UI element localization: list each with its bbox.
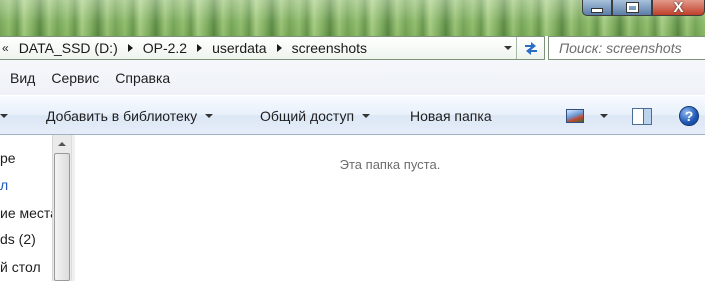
scroll-up-icon[interactable]	[53, 135, 71, 152]
breadcrumb-separator-icon[interactable]	[197, 44, 203, 52]
nav-item[interactable]: ие места	[0, 204, 52, 222]
change-view-button[interactable]	[566, 96, 608, 136]
breadcrumb-separator-icon[interactable]	[127, 44, 133, 52]
empty-folder-message: Эта папка пуста.	[339, 157, 441, 172]
preview-pane-button[interactable]	[632, 96, 652, 136]
organize-dropdown-button[interactable]	[0, 96, 8, 136]
chevron-down-icon	[205, 114, 214, 118]
share-button[interactable]: Общий доступ	[260, 96, 371, 136]
menu-help[interactable]: Справка	[109, 70, 176, 86]
breadcrumb-separator-icon[interactable]	[276, 44, 282, 52]
address-bar[interactable]: « DATA_SSD (D:) OP-2.2 userdata screensh…	[0, 36, 545, 60]
nav-item[interactable]: л	[0, 176, 8, 194]
menu-tools[interactable]: Сервис	[45, 70, 105, 86]
nav-scrollbar[interactable]	[52, 135, 71, 281]
nav-item[interactable]: ds (2)	[0, 230, 36, 248]
chevron-down-icon	[0, 114, 8, 118]
menu-bar: Вид Сервис Справка	[0, 60, 705, 95]
breadcrumb-drive[interactable]: DATA_SSD (D:)	[15, 40, 122, 56]
address-history-dropdown-icon[interactable]	[502, 37, 514, 59]
chevron-down-icon	[362, 114, 371, 118]
share-label: Общий доступ	[260, 108, 355, 124]
minimize-icon	[592, 9, 602, 12]
breadcrumb-overflow-button[interactable]: «	[0, 41, 15, 55]
preview-pane-icon	[632, 107, 652, 125]
maximize-icon	[626, 3, 638, 12]
close-button[interactable]: X	[652, 0, 705, 16]
refresh-icon	[524, 42, 537, 55]
search-input[interactable]: Поиск: screenshots	[548, 36, 705, 60]
command-bar: Добавить в библиотеку Общий доступ Новая…	[0, 95, 705, 135]
chevron-down-icon[interactable]	[600, 114, 608, 118]
navigation-pane: ре л ие места ds (2) й стол	[0, 135, 52, 281]
maximize-button[interactable]	[612, 0, 652, 16]
close-icon: X	[673, 0, 684, 16]
change-view-icon	[566, 109, 584, 123]
breadcrumb-op[interactable]: OP-2.2	[139, 40, 191, 56]
new-folder-label: Новая папка	[410, 108, 492, 124]
help-icon: ?	[679, 106, 699, 126]
breadcrumb-userdata[interactable]: userdata	[208, 40, 270, 56]
nav-item[interactable]: й стол	[0, 258, 41, 276]
scroll-thumb[interactable]	[54, 153, 70, 281]
nav-item[interactable]: ре	[0, 149, 16, 167]
menu-view[interactable]: Вид	[4, 70, 41, 86]
add-to-library-label: Добавить в библиотеку	[46, 108, 198, 124]
refresh-button[interactable]	[516, 37, 544, 59]
new-folder-button[interactable]: Новая папка	[410, 96, 492, 136]
file-list-area[interactable]: Эта папка пуста.	[75, 135, 705, 281]
add-to-library-button[interactable]: Добавить в библиотеку	[46, 96, 214, 136]
minimize-button[interactable]	[582, 0, 612, 16]
help-button[interactable]: ?	[679, 96, 699, 136]
breadcrumb-screenshots[interactable]: screenshots	[288, 40, 371, 56]
